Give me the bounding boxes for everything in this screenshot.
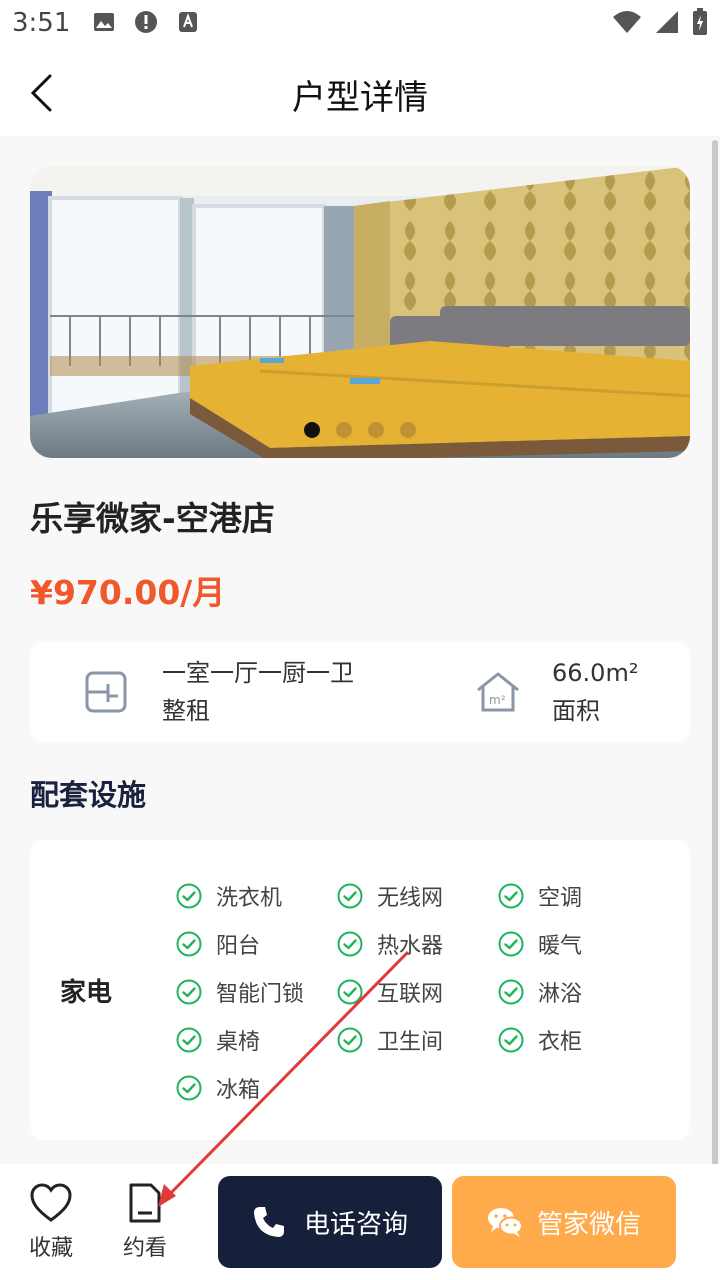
svg-text:m²: m² [489, 693, 506, 707]
listing-name: 乐享微家-空港店 [30, 499, 275, 538]
rent-type: 整租 [162, 697, 210, 725]
house-area-icon: m² [477, 672, 519, 712]
facility-label: 卫生间 [377, 1030, 444, 1055]
facility-item: 冰箱 [176, 1072, 260, 1104]
check-circle-icon [337, 883, 363, 909]
check-circle-icon [337, 1027, 363, 1053]
facility-label: 阳台 [216, 934, 261, 959]
check-circle-icon [498, 979, 524, 1005]
check-circle-icon [176, 979, 202, 1005]
scrollbar[interactable] [712, 140, 718, 1220]
facility-item: 暖气 [498, 928, 582, 960]
appointment-button[interactable]: 约看 [110, 1182, 180, 1262]
appointment-label: 约看 [122, 1236, 167, 1261]
room-photo-carousel[interactable] [30, 166, 690, 458]
wechat-icon [487, 1208, 523, 1237]
facility-label: 桌椅 [216, 1030, 261, 1055]
facility-label: 热水器 [377, 934, 444, 959]
facility-label: 暖气 [538, 934, 583, 959]
image-notification-icon [92, 10, 116, 34]
wechat-label: 管家微信 [536, 1209, 641, 1240]
carousel-dot[interactable] [400, 422, 416, 438]
facility-item: 空调 [498, 880, 582, 912]
header: 户型详情 [0, 50, 720, 136]
facility-item: 智能门锁 [176, 976, 304, 1008]
carousel-dot[interactable] [304, 422, 320, 438]
favorite-label: 收藏 [28, 1236, 73, 1261]
text-notification-icon [176, 10, 200, 34]
facility-label: 冰箱 [216, 1078, 261, 1103]
listing-price: ¥970.00/月 [30, 573, 226, 612]
facility-label: 互联网 [377, 982, 444, 1007]
carousel-indicator [30, 422, 690, 438]
phone-consult-label: 电话咨询 [303, 1209, 408, 1240]
facility-item: 热水器 [337, 928, 443, 960]
wechat-button[interactable]: 管家微信 [452, 1176, 676, 1268]
check-circle-icon [176, 931, 202, 957]
alert-notification-icon [134, 10, 158, 34]
carousel-dot[interactable] [336, 422, 352, 438]
phone-icon [253, 1207, 284, 1237]
facility-label: 洗衣机 [216, 886, 283, 911]
room-photo [30, 166, 690, 458]
facility-label: 智能门锁 [216, 982, 305, 1007]
facility-label: 空调 [538, 886, 583, 911]
check-circle-icon [337, 931, 363, 957]
check-circle-icon [498, 883, 524, 909]
check-circle-icon [498, 1027, 524, 1053]
favorite-button[interactable]: 收藏 [16, 1182, 86, 1262]
facility-item: 洗衣机 [176, 880, 282, 912]
check-circle-icon [176, 883, 202, 909]
facility-item: 淋浴 [498, 976, 582, 1008]
carousel-dot[interactable] [368, 422, 384, 438]
status-bar: 3:51 [0, 0, 720, 50]
area-label: 面积 [552, 697, 600, 725]
facility-item: 阳台 [176, 928, 260, 960]
page-title: 户型详情 [292, 78, 428, 118]
facility-category: 家电 [60, 978, 113, 1008]
area-value: 66.0m² [552, 659, 639, 687]
signal-icon [654, 9, 680, 39]
heart-icon [30, 1183, 72, 1222]
facilities-title: 配套设施 [30, 778, 147, 812]
check-circle-icon [176, 1027, 202, 1053]
wifi-icon [612, 9, 642, 39]
facility-item: 无线网 [337, 880, 443, 912]
check-circle-icon [176, 1075, 202, 1101]
check-circle-icon [498, 931, 524, 957]
facility-item: 桌椅 [176, 1024, 260, 1056]
facility-label: 淋浴 [538, 982, 583, 1007]
facilities-card: 家电 洗衣机 无线网 空调阳台 热水器 暖气智能门锁 互联网 淋浴桌椅 卫生间 衣柜冰箱 [30, 840, 690, 1140]
check-circle-icon [337, 979, 363, 1005]
phone-consult-button[interactable]: 电话咨询 [218, 1176, 442, 1268]
room-info-card: 一室一厅一厨一卫 整租 m² 66.0m² 面积 [30, 642, 690, 742]
floorplan-icon [85, 671, 127, 713]
facility-item: 卫生间 [337, 1024, 443, 1056]
status-time: 3:51 [12, 8, 71, 38]
layout-type: 一室一厅一厨一卫 [162, 659, 354, 687]
facility-label: 无线网 [377, 886, 444, 911]
facility-label: 衣柜 [538, 1030, 583, 1055]
battery-icon [692, 8, 708, 40]
document-icon [129, 1183, 161, 1223]
facility-item: 互联网 [337, 976, 443, 1008]
facility-item: 衣柜 [498, 1024, 582, 1056]
bottom-action-bar: 收藏 约看 电话咨询 管家微信 [0, 1164, 720, 1280]
